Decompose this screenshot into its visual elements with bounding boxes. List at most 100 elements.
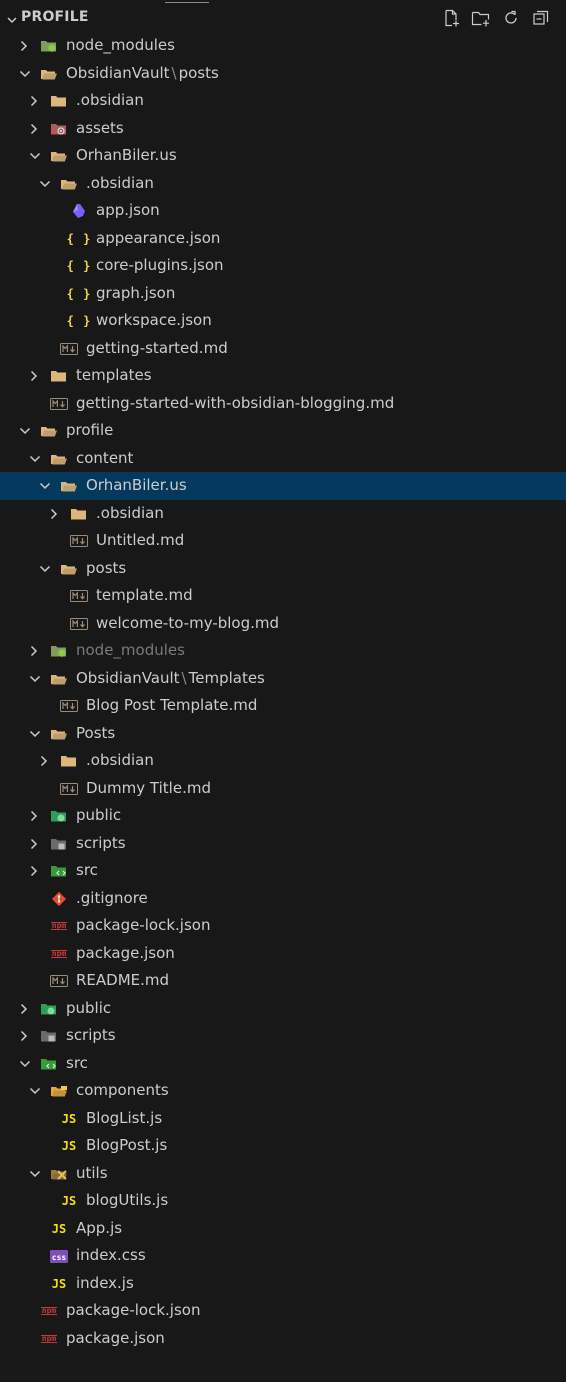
tree-item-name: scripts: [76, 833, 126, 852]
tree-file-getting-started-with-obsidian-blogging-md[interactable]: getting-started-with-obsidian-blogging.m…: [0, 390, 566, 418]
tree-file-index-js[interactable]: JS index.js: [0, 1270, 566, 1298]
tree-item-label: Posts: [76, 724, 115, 742]
tree-folder-content[interactable]: content: [0, 445, 566, 473]
tree-file-template-md[interactable]: template.md: [0, 582, 566, 610]
tree-folder-obsidian[interactable]: .obsidian: [0, 747, 566, 775]
public-folder-icon: [50, 808, 68, 824]
tree-file-dummy-title-md[interactable]: Dummy Title.md: [0, 775, 566, 803]
chevron-down-icon[interactable]: [29, 452, 41, 466]
explorer-title[interactable]: PROFILE: [21, 9, 89, 25]
tree-item-label: ObsidianVault \ Templates: [76, 669, 265, 687]
tree-item-label: assets: [76, 119, 124, 137]
chevron-right-icon[interactable]: [29, 864, 41, 878]
new-file-icon[interactable]: [440, 7, 462, 29]
tree-item-label: index.css: [76, 1246, 146, 1264]
tree-folder-obsidian[interactable]: .obsidian: [0, 170, 566, 198]
tree-file-blogutils-js[interactable]: JS blogUtils.js: [0, 1187, 566, 1215]
tree-file-package-json[interactable]: npm package.json: [0, 940, 566, 968]
tree-folder-obsidian[interactable]: .obsidian: [0, 87, 566, 115]
components-folder-icon: [50, 1083, 68, 1099]
collapse-all-icon[interactable]: [530, 7, 552, 29]
tree-file-getting-started-md[interactable]: getting-started.md: [0, 335, 566, 363]
tree-file-appearance-json[interactable]: { } appearance.json: [0, 225, 566, 253]
chevron-down-icon[interactable]: [39, 479, 51, 493]
folder-icon: [50, 93, 68, 109]
folder-open-icon: [60, 176, 78, 192]
tree-file-app-json[interactable]: app.json: [0, 197, 566, 225]
chevron-right-icon[interactable]: [19, 1029, 31, 1043]
tree-folder-orhanbiler-us[interactable]: OrhanBiler.us: [0, 472, 566, 500]
tree-folder-node-modules[interactable]: node_modules: [0, 32, 566, 60]
folder-open-icon: [50, 671, 68, 687]
tree-item-name: package.json: [66, 1328, 165, 1347]
tree-file-untitled-md[interactable]: Untitled.md: [0, 527, 566, 555]
chevron-down-icon[interactable]: [29, 1084, 41, 1098]
tree-folder-obsidianvault[interactable]: ObsidianVault \ Templates: [0, 665, 566, 693]
tree-item-name: posts: [86, 558, 127, 577]
tree-folder-posts[interactable]: posts: [0, 555, 566, 583]
tree-file-blog-post-template-md[interactable]: Blog Post Template.md: [0, 692, 566, 720]
tree-folder-assets[interactable]: assets: [0, 115, 566, 143]
chevron-down-icon[interactable]: [29, 149, 41, 163]
tree-folder-scripts[interactable]: scripts: [0, 830, 566, 858]
tree-file-package-lock-json[interactable]: npm package-lock.json: [0, 912, 566, 940]
tree-folder-obsidian[interactable]: .obsidian: [0, 500, 566, 528]
chevron-down-icon[interactable]: [19, 67, 31, 81]
node-folder-icon: [40, 38, 58, 54]
tree-folder-utils[interactable]: utils: [0, 1160, 566, 1188]
tree-file-package-json[interactable]: npm package.json: [0, 1325, 566, 1353]
tree-folder-templates[interactable]: templates: [0, 362, 566, 390]
tree-file-package-lock-json[interactable]: npm package-lock.json: [0, 1297, 566, 1325]
chevron-down-icon[interactable]: [39, 177, 51, 191]
tree-item-label: BlogPost.js: [86, 1136, 167, 1154]
tree-folder-profile[interactable]: profile: [0, 417, 566, 445]
tree-folder-src[interactable]: src: [0, 1050, 566, 1078]
chevron-down-icon[interactable]: [19, 1057, 31, 1071]
chevron-right-icon[interactable]: [39, 754, 51, 768]
tree-file-app-js[interactable]: JS App.js: [0, 1215, 566, 1243]
chevron-right-icon[interactable]: [19, 39, 31, 53]
tree-file-welcome-to-my-blog-md[interactable]: welcome-to-my-blog.md: [0, 610, 566, 638]
tree-item-name: Posts: [76, 723, 116, 742]
chevron-down-icon[interactable]: [6, 12, 18, 30]
tree-file-readme-md[interactable]: README.md: [0, 967, 566, 995]
tree-folder-obsidianvault[interactable]: ObsidianVault \ posts: [0, 60, 566, 88]
markdown-icon: [50, 396, 68, 412]
tree-folder-src[interactable]: src: [0, 857, 566, 885]
tree-file-graph-json[interactable]: { } graph.json: [0, 280, 566, 308]
tree-folder-public[interactable]: public: [0, 995, 566, 1023]
tree-folder-scripts[interactable]: scripts: [0, 1022, 566, 1050]
chevron-down-icon[interactable]: [29, 727, 41, 741]
chevron-right-icon[interactable]: [19, 1002, 31, 1016]
tree-folder-components[interactable]: components: [0, 1077, 566, 1105]
tree-file-gitignore[interactable]: .gitignore: [0, 885, 566, 913]
tree-file-workspace-json[interactable]: { } workspace.json: [0, 307, 566, 335]
tree-file-blogpost-js[interactable]: JS BlogPost.js: [0, 1132, 566, 1160]
chevron-right-icon[interactable]: [49, 507, 61, 521]
tree-file-bloglist-js[interactable]: JS BlogList.js: [0, 1105, 566, 1133]
explorer-header[interactable]: PROFILE: [0, 4, 566, 32]
markdown-icon: [60, 341, 78, 357]
path-separator: \: [171, 63, 177, 82]
tree-file-index-css[interactable]: css index.css: [0, 1242, 566, 1270]
chevron-right-icon[interactable]: [29, 644, 41, 658]
chevron-right-icon[interactable]: [29, 369, 41, 383]
tree-item-name: ObsidianVault: [66, 63, 170, 82]
tree-item-name: welcome-to-my-blog.md: [96, 613, 280, 632]
chevron-down-icon[interactable]: [29, 1167, 41, 1181]
chevron-down-icon[interactable]: [39, 562, 51, 576]
tree-folder-orhanbiler-us[interactable]: OrhanBiler.us: [0, 142, 566, 170]
tree-file-core-plugins-json[interactable]: { } core-plugins.json: [0, 252, 566, 280]
chevron-right-icon[interactable]: [29, 809, 41, 823]
tree-folder-public[interactable]: public: [0, 802, 566, 830]
refresh-icon[interactable]: [500, 7, 522, 29]
src-folder-icon: [50, 863, 68, 879]
chevron-right-icon[interactable]: [29, 837, 41, 851]
chevron-down-icon[interactable]: [29, 672, 41, 686]
chevron-right-icon[interactable]: [29, 94, 41, 108]
chevron-right-icon[interactable]: [29, 122, 41, 136]
tree-folder-node-modules[interactable]: node_modules: [0, 637, 566, 665]
tree-folder-posts[interactable]: Posts: [0, 720, 566, 748]
new-folder-icon[interactable]: [470, 7, 492, 29]
chevron-down-icon[interactable]: [19, 424, 31, 438]
